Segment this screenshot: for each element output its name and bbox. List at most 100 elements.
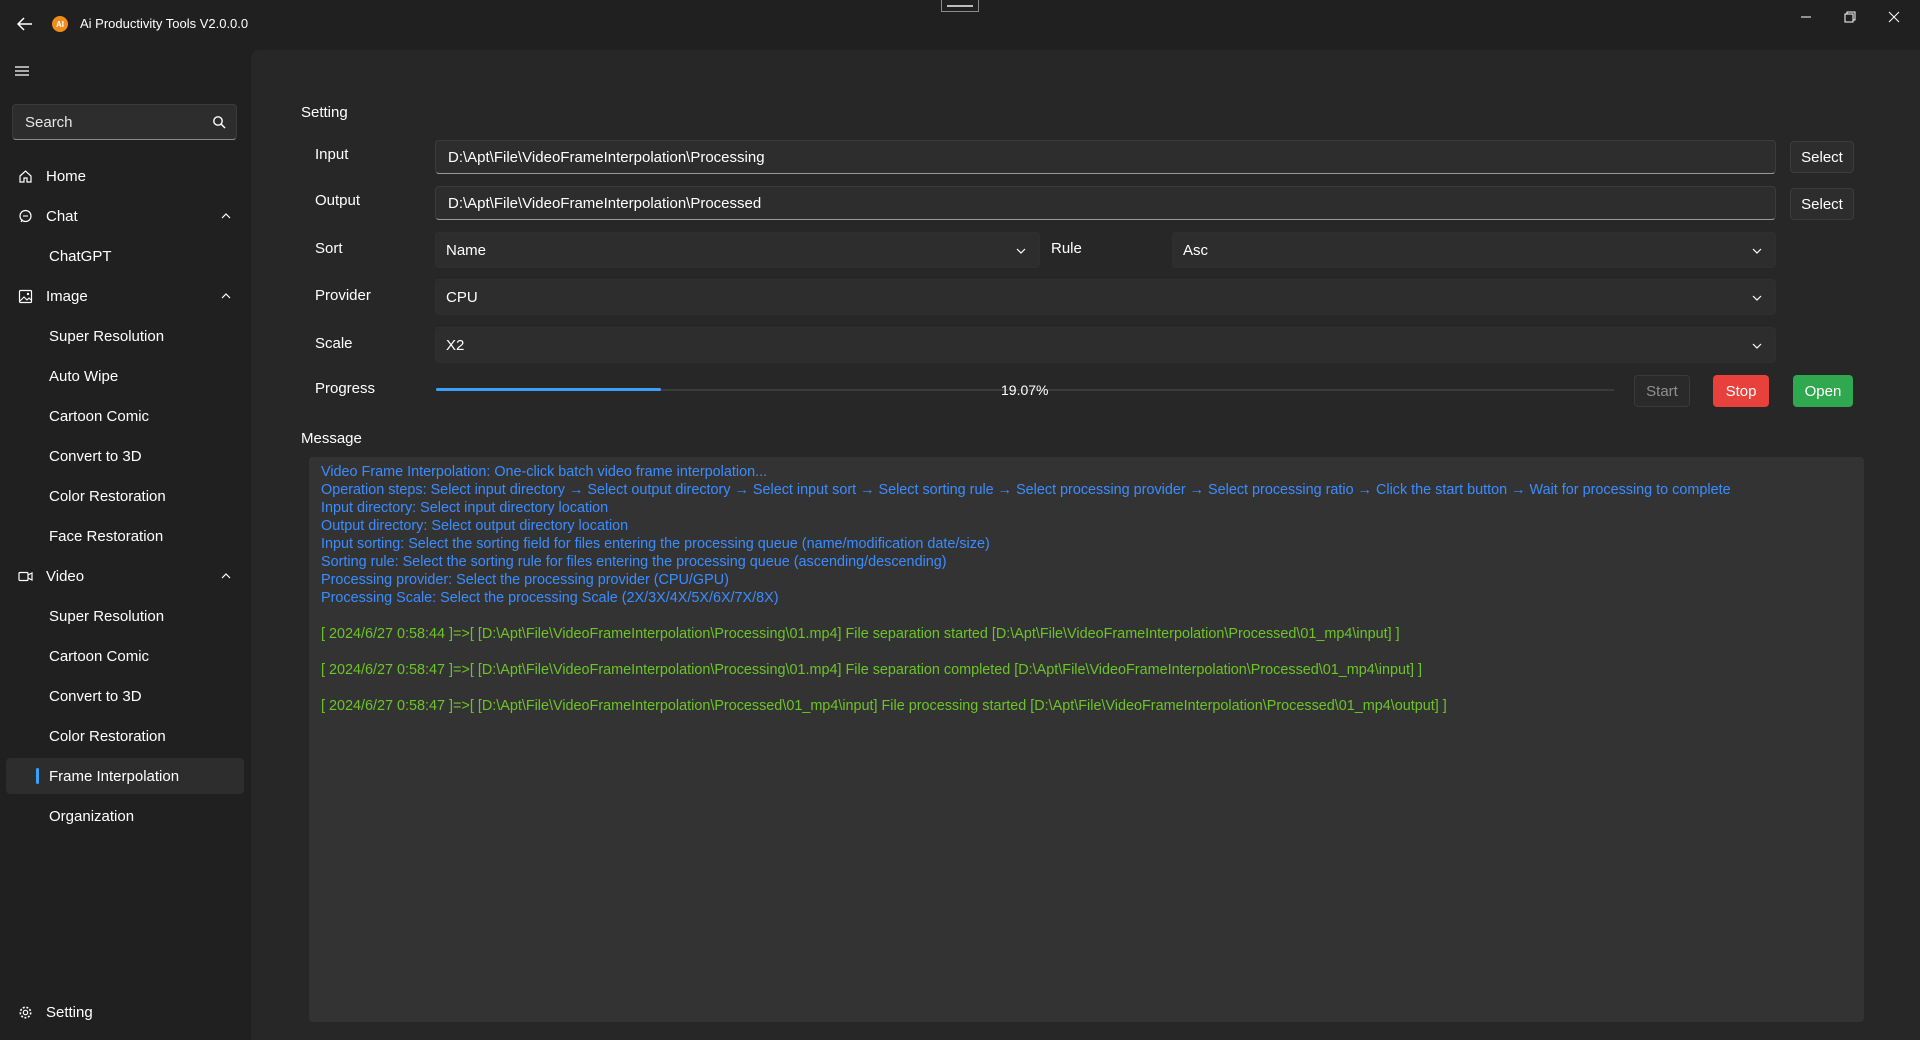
output-path-field[interactable]: D:\Apt\File\VideoFrameInterpolation\Proc… [435,186,1776,220]
provider-selected-value: CPU [446,288,478,306]
hamburger-icon [15,66,29,76]
nav-item-label: Chat [46,207,78,225]
nav-item-organization[interactable]: Organization [6,798,244,834]
chevron-down-icon [1016,248,1026,254]
stop-button[interactable]: Stop [1713,375,1769,407]
nav-item-label: ChatGPT [49,247,112,265]
nav-item-chatgpt[interactable]: ChatGPT [6,238,244,274]
nav-item-label: Convert to 3D [49,687,142,705]
nav-item-label: Auto Wipe [49,367,119,385]
nav-item-label: Cartoon Comic [49,407,150,425]
nav-item-label: Image [46,287,88,305]
nav-item-label: Frame Interpolation [49,767,180,785]
close-icon [1888,11,1900,23]
minimize-button[interactable] [1784,4,1828,30]
chevron-up-icon[interactable] [220,211,232,221]
open-button[interactable]: Open [1793,375,1853,407]
sidebar: Home Chat ChatGPT Image Super Resolution… [0,50,250,1040]
nav-item-label: Color Restoration [49,487,166,505]
message-section-title: Message [301,430,362,447]
nav-item-image-super-resolution[interactable]: Super Resolution [6,318,244,354]
input-path-value: D:\Apt\File\VideoFrameInterpolation\Proc… [448,148,765,166]
gear-icon [19,1006,32,1019]
output-select-button[interactable]: Select [1790,188,1854,220]
home-icon [19,170,32,183]
restore-icon [1844,11,1856,23]
nav-item-image-convert-to-3d[interactable]: Convert to 3D [6,438,244,474]
sort-label: Sort [315,240,343,257]
info-line: Output directory: Select output director… [321,518,629,534]
nav-item-label: Color Restoration [49,727,166,745]
nav-item-label: Home [46,167,87,185]
input-path-field[interactable]: D:\Apt\File\VideoFrameInterpolation\Proc… [435,140,1776,174]
provider-select[interactable]: CPU [435,279,1776,315]
start-button[interactable]: Start [1634,375,1690,407]
log-line: [ 2024/6/27 0:58:44 ]=>[ [D:\Apt\File\Vi… [321,626,1400,642]
scale-select[interactable]: X2 [435,327,1776,363]
info-line: Processing provider: Select the processi… [321,572,729,588]
nav-item-video[interactable]: Video [6,558,244,594]
input-select-button[interactable]: Select [1790,141,1854,173]
search-icon[interactable] [212,115,226,129]
nav-item-auto-wipe[interactable]: Auto Wipe [6,358,244,394]
main-content: Setting Input D:\Apt\File\VideoFrameInte… [250,50,1920,1040]
chevron-up-icon[interactable] [220,571,232,581]
nav-item-image[interactable]: Image [6,278,244,314]
nav-item-video-cartoon-comic[interactable]: Cartoon Comic [6,638,244,674]
output-path-value: D:\Apt\File\VideoFrameInterpolation\Proc… [448,194,762,212]
back-button[interactable] [14,13,36,35]
nav-item-video-color-restoration[interactable]: Color Restoration [6,718,244,754]
nav-item-label: Face Restoration [49,527,164,545]
nav-item-face-restoration[interactable]: Face Restoration [6,518,244,554]
progress-fill [436,388,661,391]
sort-selected-value: Name [446,241,487,259]
scale-label: Scale [315,335,353,352]
search-input[interactable] [25,113,205,131]
scale-selected-value: X2 [446,336,465,354]
rule-select[interactable]: Asc [1172,232,1776,268]
nav-item-video-super-resolution[interactable]: Super Resolution [6,598,244,634]
selection-indicator [36,768,39,784]
nav-item-label: Convert to 3D [49,447,142,465]
chevron-down-icon [1752,295,1762,301]
chevron-down-icon [1752,343,1762,349]
title-bar: AI Ai Productivity Tools V2.0.0.0 [0,0,1920,50]
chevron-up-icon[interactable] [220,291,232,301]
nav-item-label: Organization [49,807,135,825]
nav-item-home[interactable]: Home [6,158,244,194]
nav-menu: Home Chat ChatGPT Image Super Resolution… [6,158,244,838]
info-line: Input directory: Select input directory … [321,500,609,516]
nav-item-label: Cartoon Comic [49,647,150,665]
drag-handle[interactable] [941,0,979,12]
back-arrow-icon [17,17,32,31]
nav-footer: Setting [6,994,244,1034]
info-line: Operation steps: Select input directory … [321,482,1731,498]
progress-label: Progress [315,380,376,397]
message-log[interactable]: Video Frame Interpolation: One-click bat… [309,457,1864,1022]
menu-toggle-button[interactable] [14,64,34,80]
nav-item-label: Super Resolution [49,327,165,345]
nav-item-label: Super Resolution [49,607,165,625]
sort-select[interactable]: Name [435,232,1040,268]
nav-item-video-convert-to-3d[interactable]: Convert to 3D [6,678,244,714]
nav-item-image-color-restoration[interactable]: Color Restoration [6,478,244,514]
nav-item-image-cartoon-comic[interactable]: Cartoon Comic [6,398,244,434]
restore-button[interactable] [1828,4,1872,30]
log-line: [ 2024/6/27 0:58:47 ]=>[ [D:\Apt\File\Vi… [321,662,1422,678]
progress-percent: 19.07% [1001,382,1049,398]
close-button[interactable] [1872,4,1916,30]
image-icon [18,289,33,304]
search-box[interactable] [12,104,237,140]
nav-item-label: Video [46,567,85,585]
video-icon [18,571,33,582]
nav-item-label: Setting [46,1003,93,1021]
nav-item-chat[interactable]: Chat [6,198,244,234]
nav-item-frame-interpolation[interactable]: Frame Interpolation [6,758,244,794]
setting-section-title: Setting [301,104,348,121]
nav-item-setting[interactable]: Setting [6,994,244,1030]
input-label: Input [315,146,349,163]
minimize-icon [1801,16,1811,18]
log-line: [ 2024/6/27 0:58:47 ]=>[ [D:\Apt\File\Vi… [321,698,1447,714]
rule-label: Rule [1051,240,1082,257]
output-label: Output [315,192,361,209]
